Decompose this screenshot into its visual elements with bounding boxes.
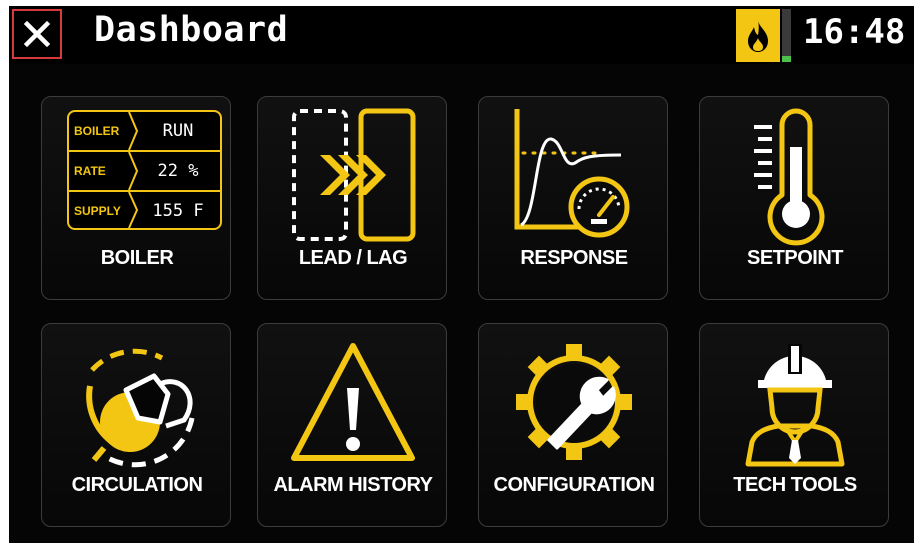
status-table-chevrons (128, 112, 139, 228)
tile-label: CIRCULATION (71, 474, 203, 496)
tile-response[interactable]: RESPONSE (478, 96, 668, 300)
tile-label: BOILER (100, 247, 174, 269)
firing-rate-bar (782, 9, 791, 62)
wrench-gear-icon (516, 344, 632, 460)
tile-label: TECH TOOLS (733, 474, 857, 496)
top-bar: Dashboard 16:48 (9, 6, 914, 64)
tile-boiler[interactable]: BOILER RUN RATE 22 % SUPPLY 155 F BOILER (41, 96, 231, 300)
pump-circulation-icon (86, 348, 195, 468)
tile-configuration[interactable]: CONFIGURATION (478, 323, 668, 527)
lead-lag-icon (292, 108, 416, 242)
dashboard-screen: Dashboard 16:48 BOILER RUN RATE 22 % SUP… (9, 6, 914, 543)
tile-circulation[interactable]: CIRCULATION (41, 323, 231, 527)
tile-label: SETPOINT (746, 247, 844, 269)
firing-rate-fill (782, 55, 791, 62)
tile-setpoint[interactable]: SETPOINT (699, 96, 889, 300)
tile-label: ALARM HISTORY (273, 474, 433, 496)
thermometer-icon (754, 108, 825, 246)
flame-icon (748, 20, 768, 52)
page-title: Dashboard (94, 10, 289, 50)
tile-label: CONFIGURATION (493, 474, 655, 496)
tile-alarm-history[interactable]: ALARM HISTORY (257, 323, 447, 527)
burner-status-indicator (736, 9, 780, 62)
warning-icon (291, 343, 415, 461)
tile-lead-lag[interactable]: LEAD / LAG (257, 96, 447, 300)
technician-icon (745, 344, 845, 467)
close-button[interactable] (12, 9, 62, 59)
tile-tech-tools[interactable]: TECH TOOLS (699, 323, 889, 527)
tile-label: LEAD / LAG (298, 247, 408, 269)
response-curve-icon (514, 109, 630, 238)
clock: 16:48 (803, 12, 906, 52)
close-x-icon (23, 20, 51, 48)
tile-label: RESPONSE (520, 247, 628, 269)
boiler-status-table: BOILER RUN RATE 22 % SUPPLY 155 F (67, 110, 222, 230)
